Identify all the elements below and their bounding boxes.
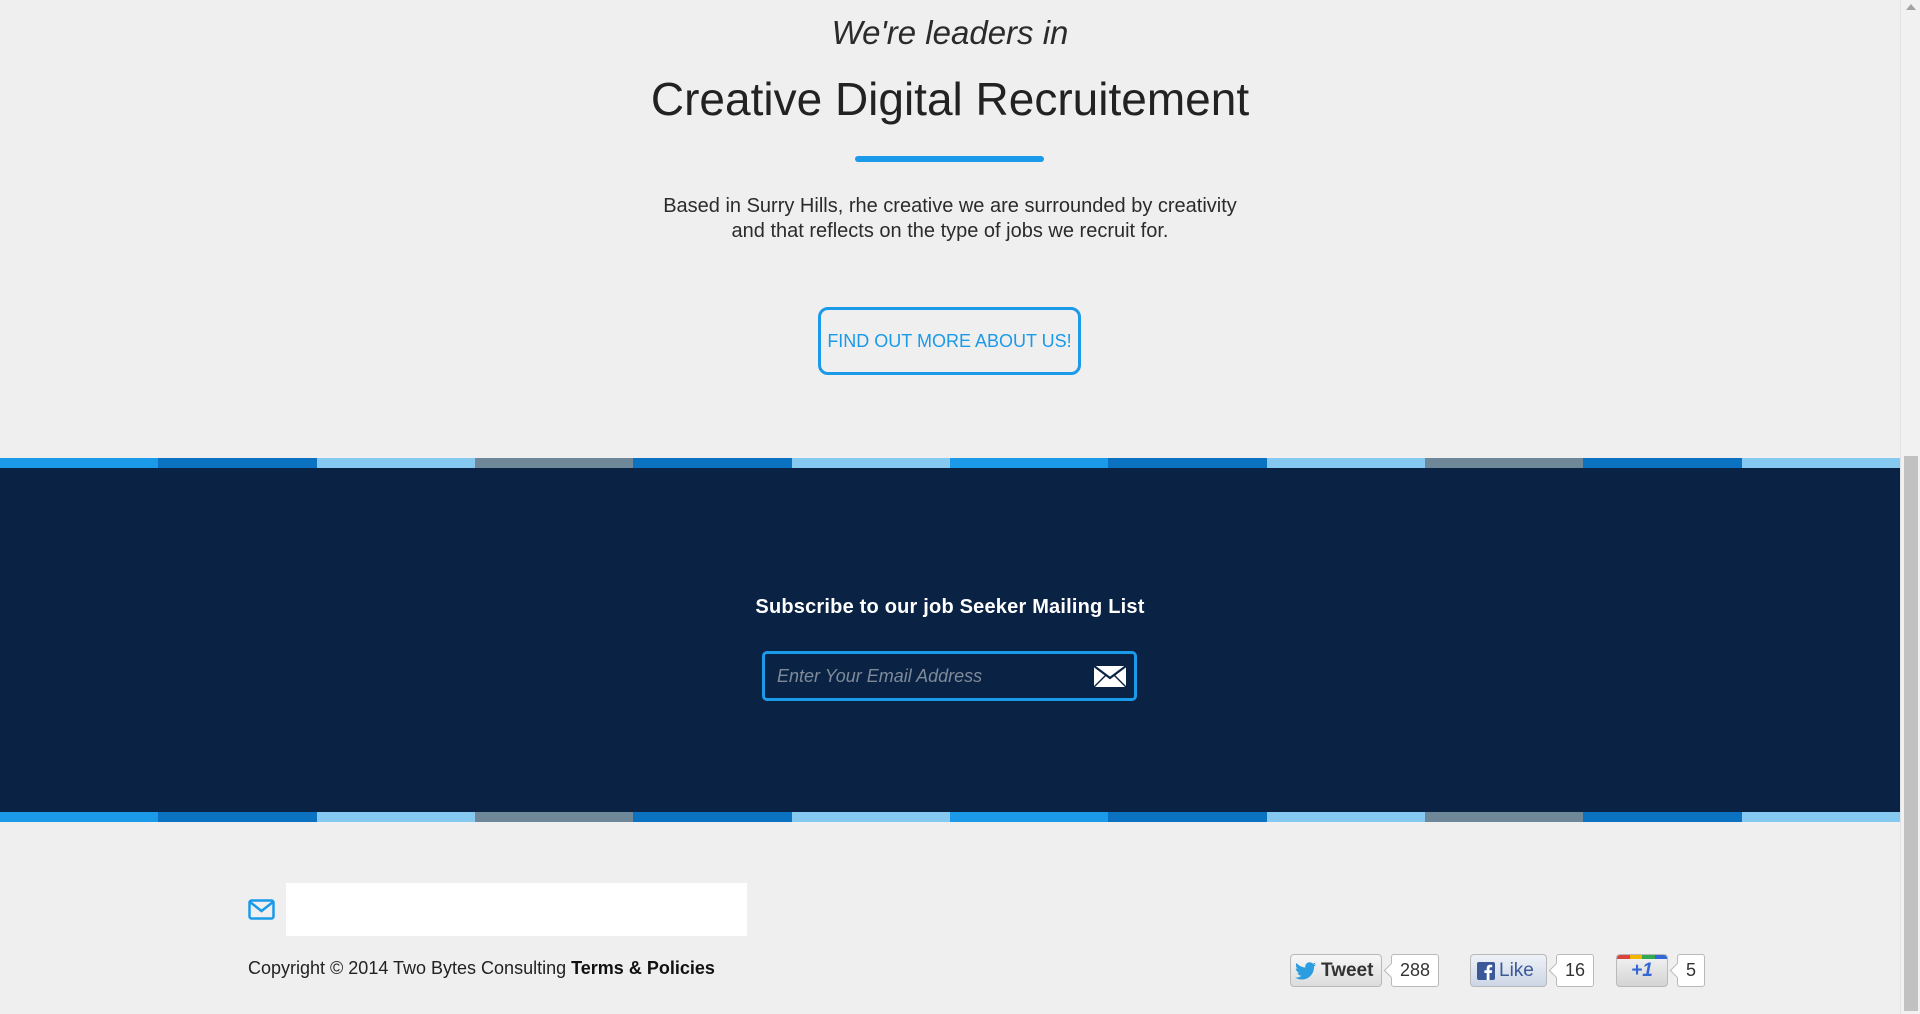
intro-description-line-2: and that reflects on the type of jobs we… — [731, 220, 1169, 242]
intro-description: Based in Surry Hills, rhe creative we ar… — [0, 194, 1900, 244]
facebook-like-widget: Like 16 — [1470, 954, 1595, 987]
stripe-segment — [1583, 458, 1742, 468]
facebook-icon — [1477, 961, 1495, 980]
scrollbar-thumb[interactable] — [1904, 456, 1918, 1011]
stripe-segment — [1108, 458, 1267, 468]
tweet-button[interactable]: Tweet — [1290, 954, 1382, 987]
tweet-count: 288 — [1391, 954, 1440, 987]
stripe-segment — [474, 812, 634, 822]
stripe-segment — [1424, 812, 1584, 822]
twitter-bird-icon — [1295, 961, 1317, 980]
subscribe-title: Subscribe to our job Seeker Mailing List — [755, 596, 1145, 618]
email-input[interactable] — [777, 662, 1077, 690]
stripe-segment — [158, 458, 317, 468]
footer-copyright: Copyright © 2014 Two Bytes Consulting Te… — [248, 958, 715, 979]
google-color-bar — [1617, 955, 1667, 959]
stripe-segment — [1741, 458, 1900, 468]
scroll-up-arrow-icon[interactable] — [1906, 4, 1916, 10]
stripe-segment — [1266, 458, 1425, 468]
envelope-outline-icon — [248, 899, 275, 920]
stripe-divider-bottom — [0, 812, 1900, 822]
terms-policies-link[interactable]: Terms & Policies — [571, 958, 715, 978]
stripe-segment — [1583, 812, 1742, 822]
find-out-more-button[interactable]: FIND OUT MORE ABOUT US! — [818, 307, 1081, 375]
stripe-segment — [316, 812, 475, 822]
stripe-segment — [791, 458, 950, 468]
title-underline — [855, 156, 1044, 162]
copyright-text: Copyright © 2014 Two Bytes Consulting — [248, 958, 567, 978]
stripe-segment — [633, 458, 792, 468]
vertical-scrollbar[interactable] — [1900, 0, 1920, 1014]
stripe-segment — [949, 812, 1109, 822]
stripe-segment — [949, 458, 1109, 468]
stripe-segment — [1741, 812, 1900, 822]
intro-description-line-1: Based in Surry Hills, rhe creative we ar… — [663, 195, 1237, 217]
stripe-segment — [1108, 812, 1267, 822]
like-count: 16 — [1556, 954, 1595, 987]
stripe-segment — [316, 458, 475, 468]
stripe-segment — [0, 458, 159, 468]
tweet-label: Tweet — [1321, 959, 1374, 981]
intro-section: We're leaders in Creative Digital Recrui… — [0, 0, 1900, 458]
subscribe-section: Subscribe to our job Seeker Mailing List — [0, 468, 1900, 812]
intro-title: Creative Digital Recruitement — [650, 73, 1250, 125]
footer-email-box — [286, 883, 747, 936]
facebook-like-button[interactable]: Like — [1470, 954, 1547, 987]
stripe-segment — [1266, 812, 1425, 822]
like-label: Like — [1499, 959, 1534, 981]
tweet-widget: Tweet 288 — [1290, 954, 1440, 987]
stripe-segment — [633, 812, 792, 822]
stripe-segment — [158, 812, 317, 822]
stripe-segment — [1424, 458, 1584, 468]
plusone-count: 5 — [1677, 954, 1706, 987]
stripe-divider-top — [0, 458, 1900, 468]
google-plusone-button[interactable]: +1 — [1616, 954, 1668, 987]
intro-kicker: We're leaders in — [831, 14, 1069, 51]
stripe-segment — [0, 812, 159, 822]
envelope-icon[interactable] — [1093, 665, 1127, 688]
google-plusone-widget: +1 5 — [1616, 954, 1706, 987]
subscribe-form — [762, 651, 1137, 701]
stripe-segment — [791, 812, 950, 822]
plusone-label: +1 — [1631, 959, 1653, 981]
stripe-segment — [474, 458, 634, 468]
